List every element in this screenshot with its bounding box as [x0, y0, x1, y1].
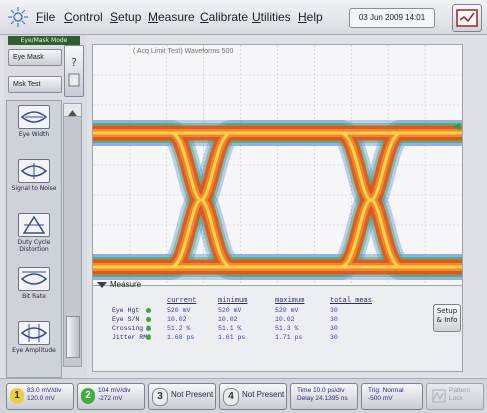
- ch2-offset: -272 mV: [98, 395, 123, 402]
- cell: 520 mV: [275, 307, 299, 314]
- cell: 30: [330, 325, 338, 332]
- measurement-scrollbar[interactable]: [63, 103, 82, 367]
- pattern-label: Pattern Lock: [449, 387, 470, 402]
- menu-calibrate[interactable]: Calibrate: [200, 10, 248, 24]
- cell: 1.71 ps: [275, 334, 303, 341]
- mask-test-label: Msk Test: [13, 81, 41, 88]
- source-ch2-icon: [146, 326, 151, 331]
- measurement-list: Eye Width Signal to Noise Duty Cycle Dis…: [6, 100, 62, 378]
- trig-mode: Trig: Normal: [368, 387, 404, 394]
- ch4-label: Not Present: [242, 390, 285, 399]
- date-display: 03 Jun 2009 14:01: [349, 8, 435, 28]
- display-title: ( Acq Limit Test) Waveforms 500: [133, 48, 234, 55]
- trigger-level-marker-icon: ◀: [453, 122, 460, 132]
- meas-eye-width[interactable]: Eye Width: [10, 105, 58, 153]
- menu-utilities[interactable]: Utilities: [252, 10, 291, 24]
- waveform-display[interactable]: ( Acq Limit Test) Waveforms 500: [92, 44, 463, 286]
- trig-level: -500 mV: [368, 395, 393, 402]
- ch3-badge: 3: [152, 388, 168, 406]
- eye-mask-label: Eye Mask: [13, 54, 44, 61]
- timebase-readout: Time 10.0 ps/div Delay 24.1395 ns: [297, 387, 348, 403]
- ch1-scale: 83.0 mV/div: [27, 387, 62, 394]
- help-tab-button[interactable]: ?: [64, 45, 84, 97]
- source-ch2-icon: [146, 317, 151, 322]
- col-total: total meas: [330, 297, 373, 305]
- col-current: current: [167, 297, 197, 305]
- svg-text:?: ?: [71, 56, 77, 69]
- waveform-check-icon: [456, 9, 478, 27]
- menu-bar: File Control Setup Measure Calibrate Uti…: [0, 0, 487, 35]
- menu-control[interactable]: Control: [64, 10, 103, 24]
- cell: 51.2 %: [167, 325, 191, 332]
- ch2-scale: 104 mV/div: [98, 387, 131, 394]
- ch2-readout: 104 mV/div -272 mV: [98, 387, 131, 403]
- cell: 1.68 ps: [167, 334, 195, 341]
- measure-tab[interactable]: Measure: [110, 280, 141, 289]
- mask-test-button[interactable]: Msk Test: [8, 76, 62, 93]
- menu-setup[interactable]: Setup: [110, 10, 141, 24]
- meas-label: Eye Width: [18, 131, 50, 138]
- eye-width-icon: [18, 105, 50, 129]
- collapse-arrow-icon[interactable]: [97, 282, 107, 288]
- row-eye-hgt: Eye Hgt: [112, 307, 140, 314]
- ch1-badge: 1: [10, 388, 24, 404]
- mode-title: Eye/Mask Mode: [8, 36, 80, 45]
- col-maximum: maximum: [275, 297, 305, 305]
- menu-measure[interactable]: Measure: [148, 10, 195, 24]
- cell: 10.02: [275, 316, 295, 323]
- meas-eye-amplitude[interactable]: Eye Amplitude: [10, 321, 58, 369]
- meas-signal-noise[interactable]: Signal to Noise: [10, 159, 58, 207]
- setup-info-button[interactable]: Setup & Info: [433, 304, 461, 332]
- trigger-button[interactable]: Trig: Normal -500 mV: [361, 383, 423, 410]
- eye-amplitude-icon: [18, 321, 50, 345]
- cell: 520 mV: [167, 307, 191, 314]
- ch4-badge: 4: [223, 388, 239, 406]
- meas-bit-rate[interactable]: Bit Rate: [10, 267, 58, 315]
- ch1-button[interactable]: 1 83.0 mV/div 120.0 mV: [6, 383, 74, 410]
- scroll-up-arrow-icon[interactable]: [64, 104, 81, 117]
- meas-label: Eye Amplitude: [12, 347, 56, 354]
- menu-help[interactable]: Help: [298, 10, 323, 24]
- time-scale: Time 10.0 ps/div: [297, 387, 345, 394]
- ch2-badge: 2: [81, 388, 95, 404]
- ch3-button[interactable]: 3 Not Present: [148, 383, 216, 410]
- ch1-readout: 83.0 mV/div 120.0 mV: [27, 387, 61, 403]
- meas-label: Bit Rate: [22, 293, 46, 300]
- bit-rate-icon: [18, 267, 50, 291]
- cell: 30: [330, 334, 338, 341]
- timebase-button[interactable]: Time 10.0 ps/div Delay 24.1395 ns: [290, 383, 358, 410]
- col-minimum: minimum: [218, 297, 248, 305]
- trigger-readout: Trig: Normal -500 mV: [368, 387, 404, 403]
- cell: 30: [330, 316, 338, 323]
- eye-diagram: [93, 45, 462, 285]
- run-stop-button[interactable]: [452, 4, 482, 32]
- time-delay: Delay 24.1395 ns: [297, 395, 348, 402]
- cell: 51.1 %: [218, 325, 242, 332]
- question-icon: ?: [68, 56, 80, 87]
- cell: 51.3 %: [275, 325, 299, 332]
- pattern-lock-button[interactable]: Pattern Lock: [426, 383, 484, 410]
- row-eye-sn: Eye S/N: [112, 316, 140, 323]
- meas-label: Signal to Noise: [11, 185, 57, 192]
- source-ch2-icon: [146, 335, 151, 340]
- ch2-button[interactable]: 2 104 mV/div -272 mV: [77, 383, 145, 410]
- pattern-lock-icon: [432, 389, 446, 403]
- sun-logo-icon: [8, 7, 28, 27]
- menu-file[interactable]: File: [36, 10, 55, 24]
- cell: 1.61 ps: [218, 334, 246, 341]
- ch1-offset: 120.0 mV: [27, 395, 55, 402]
- cell: 10.02: [218, 316, 238, 323]
- eye-mask-button[interactable]: Eye Mask: [8, 49, 62, 66]
- cell: 10.02: [167, 316, 187, 323]
- signal-noise-icon: [18, 159, 50, 183]
- ch4-button[interactable]: 4 Not Present: [219, 383, 287, 410]
- meas-label: Duty Cycle Distortion: [17, 239, 51, 253]
- cell: 30: [330, 307, 338, 314]
- ch3-label: Not Present: [171, 390, 214, 399]
- scroll-thumb[interactable]: [66, 316, 80, 358]
- duty-cycle-icon: [18, 213, 50, 237]
- source-ch2-icon: [146, 308, 151, 313]
- cell: 520 mV: [218, 307, 242, 314]
- meas-duty-cycle[interactable]: Duty Cycle Distortion: [10, 213, 58, 261]
